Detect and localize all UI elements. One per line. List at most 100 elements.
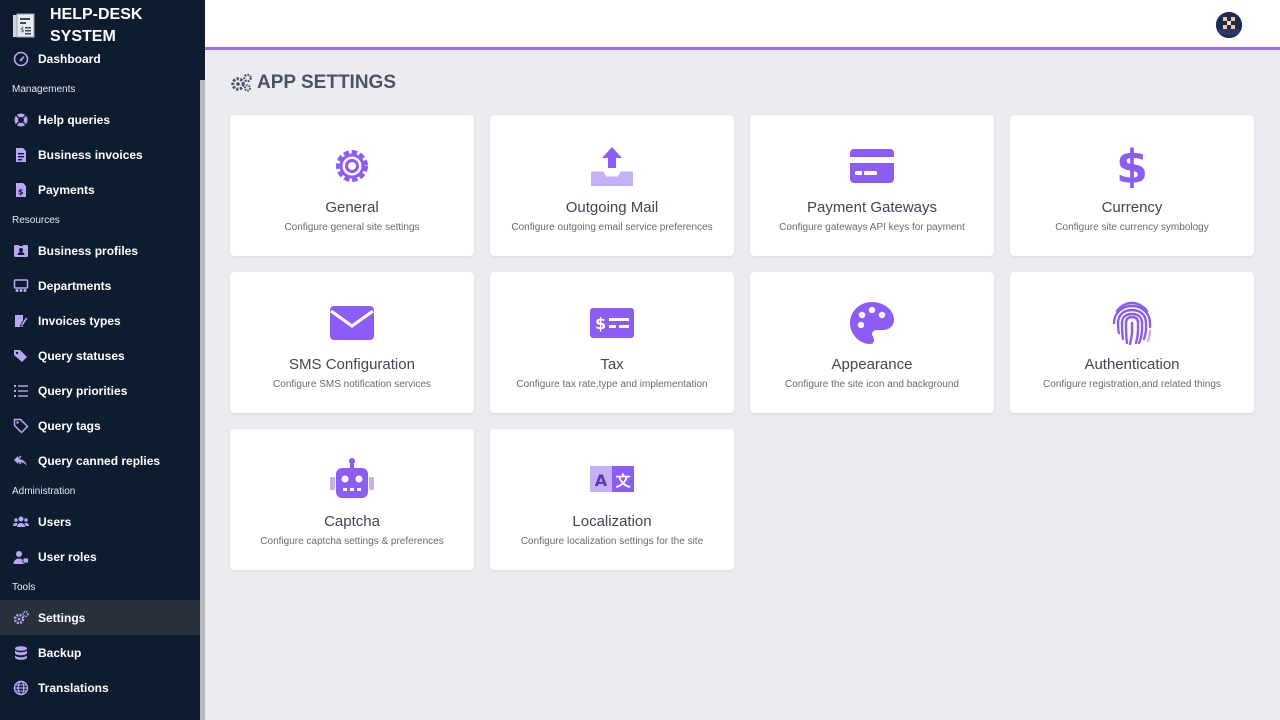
sidebar-item-dashboard[interactable]: Dashboard	[0, 41, 200, 76]
gears-icon	[12, 609, 29, 626]
sidebar-item-backup[interactable]: Backup	[0, 635, 200, 670]
tag-icon	[12, 417, 29, 434]
sidebar-item-label: Users	[38, 514, 72, 529]
settings-card-general[interactable]: General Configure general site settings	[230, 115, 474, 256]
page-title-text: APP SETTINGS	[257, 72, 397, 93]
sidebar-item-query-canned-replies[interactable]: Query canned replies	[0, 443, 200, 478]
card-description: Configure captcha settings & preferences	[260, 536, 444, 547]
edit-document-icon	[12, 312, 29, 329]
card-description: Configure SMS notification services	[273, 379, 431, 390]
sidebar-item-help-queries[interactable]: Help queries	[0, 102, 200, 137]
sidebar-item-label: Settings	[38, 610, 86, 625]
sidebar-item-payments[interactable]: $ Payments	[0, 172, 200, 207]
settings-card-currency[interactable]: $ Currency Configure site currency symbo…	[1010, 115, 1254, 256]
card-description: Configure outgoing email service prefere…	[511, 222, 713, 233]
card-title: SMS Configuration	[289, 356, 415, 373]
sidebar-item-label: Help queries	[38, 112, 111, 127]
card-title: Appearance	[831, 356, 913, 373]
settings-card-tax[interactable]: $ Tax Configure tax rate,type and implem…	[490, 272, 734, 413]
sidebar-item-users[interactable]: Users	[0, 504, 200, 539]
sidebar-item-user-roles[interactable]: User roles	[0, 539, 200, 574]
settings-card-localization[interactable]: A 文 Localization Configure localization …	[490, 429, 734, 570]
card-title: Outgoing Mail	[565, 199, 659, 216]
envelope-icon	[330, 306, 374, 340]
gear-icon	[336, 150, 368, 182]
svg-text:$: $	[595, 314, 606, 333]
svg-text:$: $	[18, 187, 24, 196]
card-title: Captcha	[324, 513, 380, 530]
credit-card-icon	[850, 149, 894, 183]
receipt-icon: $	[12, 181, 29, 198]
sidebar-item-business-profiles[interactable]: Business profiles	[0, 233, 200, 268]
settings-card-sms-configuration[interactable]: SMS Configuration Configure SMS notifica…	[230, 272, 474, 413]
sidebar-item-label: Backup	[38, 645, 82, 660]
avatar[interactable]	[1216, 12, 1242, 38]
sidebar-item-label: Query statuses	[38, 348, 125, 363]
sidebar-item-label: Departments	[38, 278, 112, 293]
users-icon	[12, 513, 29, 530]
settings-card-authentication[interactable]: Authentication Configure registration,an…	[1010, 272, 1254, 413]
section-label-managements: Managements	[12, 83, 76, 95]
lifebuoy-icon	[12, 111, 29, 128]
sidebar-nav: Dashboard Managements Help queries Busin…	[0, 41, 200, 705]
sidebar-item-label: User roles	[38, 549, 97, 564]
sidebar-item-label: Translations	[38, 680, 109, 695]
outbox-upload-icon	[591, 147, 633, 186]
invoice-logo-icon: $	[13, 13, 35, 38]
gears-icon	[231, 73, 252, 92]
card-title: General	[325, 199, 379, 216]
sidebar-item-translations[interactable]: Translations	[0, 670, 200, 705]
section-label-tools: Tools	[12, 581, 36, 593]
departments-icon	[12, 277, 29, 294]
card-title: Tax	[600, 356, 624, 373]
main-content: APP SETTINGS General Configure general s…	[205, 53, 1280, 720]
tags-icon	[12, 347, 29, 364]
sidebar-item-departments[interactable]: Departments	[0, 268, 200, 303]
robot-icon	[330, 458, 374, 498]
settings-card-outgoing-mail[interactable]: Outgoing Mail Configure outgoing email s…	[490, 115, 734, 256]
card-title: Localization	[572, 513, 652, 530]
section-label-administration: Administration	[12, 485, 76, 497]
sidebar-item-business-invoices[interactable]: Business invoices	[0, 137, 200, 172]
id-card-icon	[12, 242, 29, 259]
svg-text:$: $	[20, 26, 24, 34]
list-icon	[12, 382, 29, 399]
page-title: APP SETTINGS	[230, 72, 396, 94]
sidebar-item-label: Business profiles	[38, 243, 139, 258]
card-description: Configure registration,and related thing…	[1043, 379, 1221, 390]
money-check-icon: $	[590, 308, 634, 338]
card-title: Authentication	[1084, 356, 1180, 373]
sidebar-item-invoices-types[interactable]: Invoices types	[0, 303, 200, 338]
sidebar-item-label: Invoices types	[38, 313, 121, 328]
palette-icon	[850, 302, 894, 344]
fingerprint-icon	[1112, 301, 1152, 345]
top-bar	[205, 0, 1280, 50]
reply-all-icon	[12, 452, 29, 469]
sidebar-item-label: Payments	[38, 182, 95, 197]
card-description: Configure localization settings for the …	[520, 536, 704, 547]
globe-icon	[12, 679, 29, 696]
card-description: Configure site currency symbology	[1055, 222, 1209, 233]
user-role-icon	[12, 548, 29, 565]
sidebar-item-query-statuses[interactable]: Query statuses	[0, 338, 200, 373]
sidebar-item-label: Query priorities	[38, 383, 128, 398]
sidebar-item-settings[interactable]: Settings	[0, 600, 200, 635]
sidebar-item-label: Query tags	[38, 418, 101, 433]
sidebar-item-query-tags[interactable]: Query tags	[0, 408, 200, 443]
sidebar-item-label: Business invoices	[38, 147, 143, 162]
sidebar-item-label: Query canned replies	[38, 453, 161, 468]
section-label-resources: Resources	[12, 214, 60, 226]
settings-card-appearance[interactable]: Appearance Configure the site icon and b…	[750, 272, 994, 413]
settings-card-payment-gateways[interactable]: Payment Gateways Configure gateways API …	[750, 115, 994, 256]
gauge-icon	[12, 50, 29, 67]
card-description: Configure the site icon and background	[784, 379, 959, 390]
sidebar-item-query-priorities[interactable]: Query priorities	[0, 373, 200, 408]
card-description: Configure gateways API keys for payment	[779, 222, 965, 233]
svg-text:文: 文	[615, 472, 631, 490]
svg-text:$: $	[1116, 144, 1148, 188]
card-title: Payment Gateways	[806, 199, 938, 216]
dollar-sign-icon: $	[1116, 144, 1148, 188]
settings-card-captcha[interactable]: Captcha Configure captcha settings & pre…	[230, 429, 474, 570]
language-icon: A 文	[590, 466, 634, 492]
invoice-icon	[12, 146, 29, 163]
